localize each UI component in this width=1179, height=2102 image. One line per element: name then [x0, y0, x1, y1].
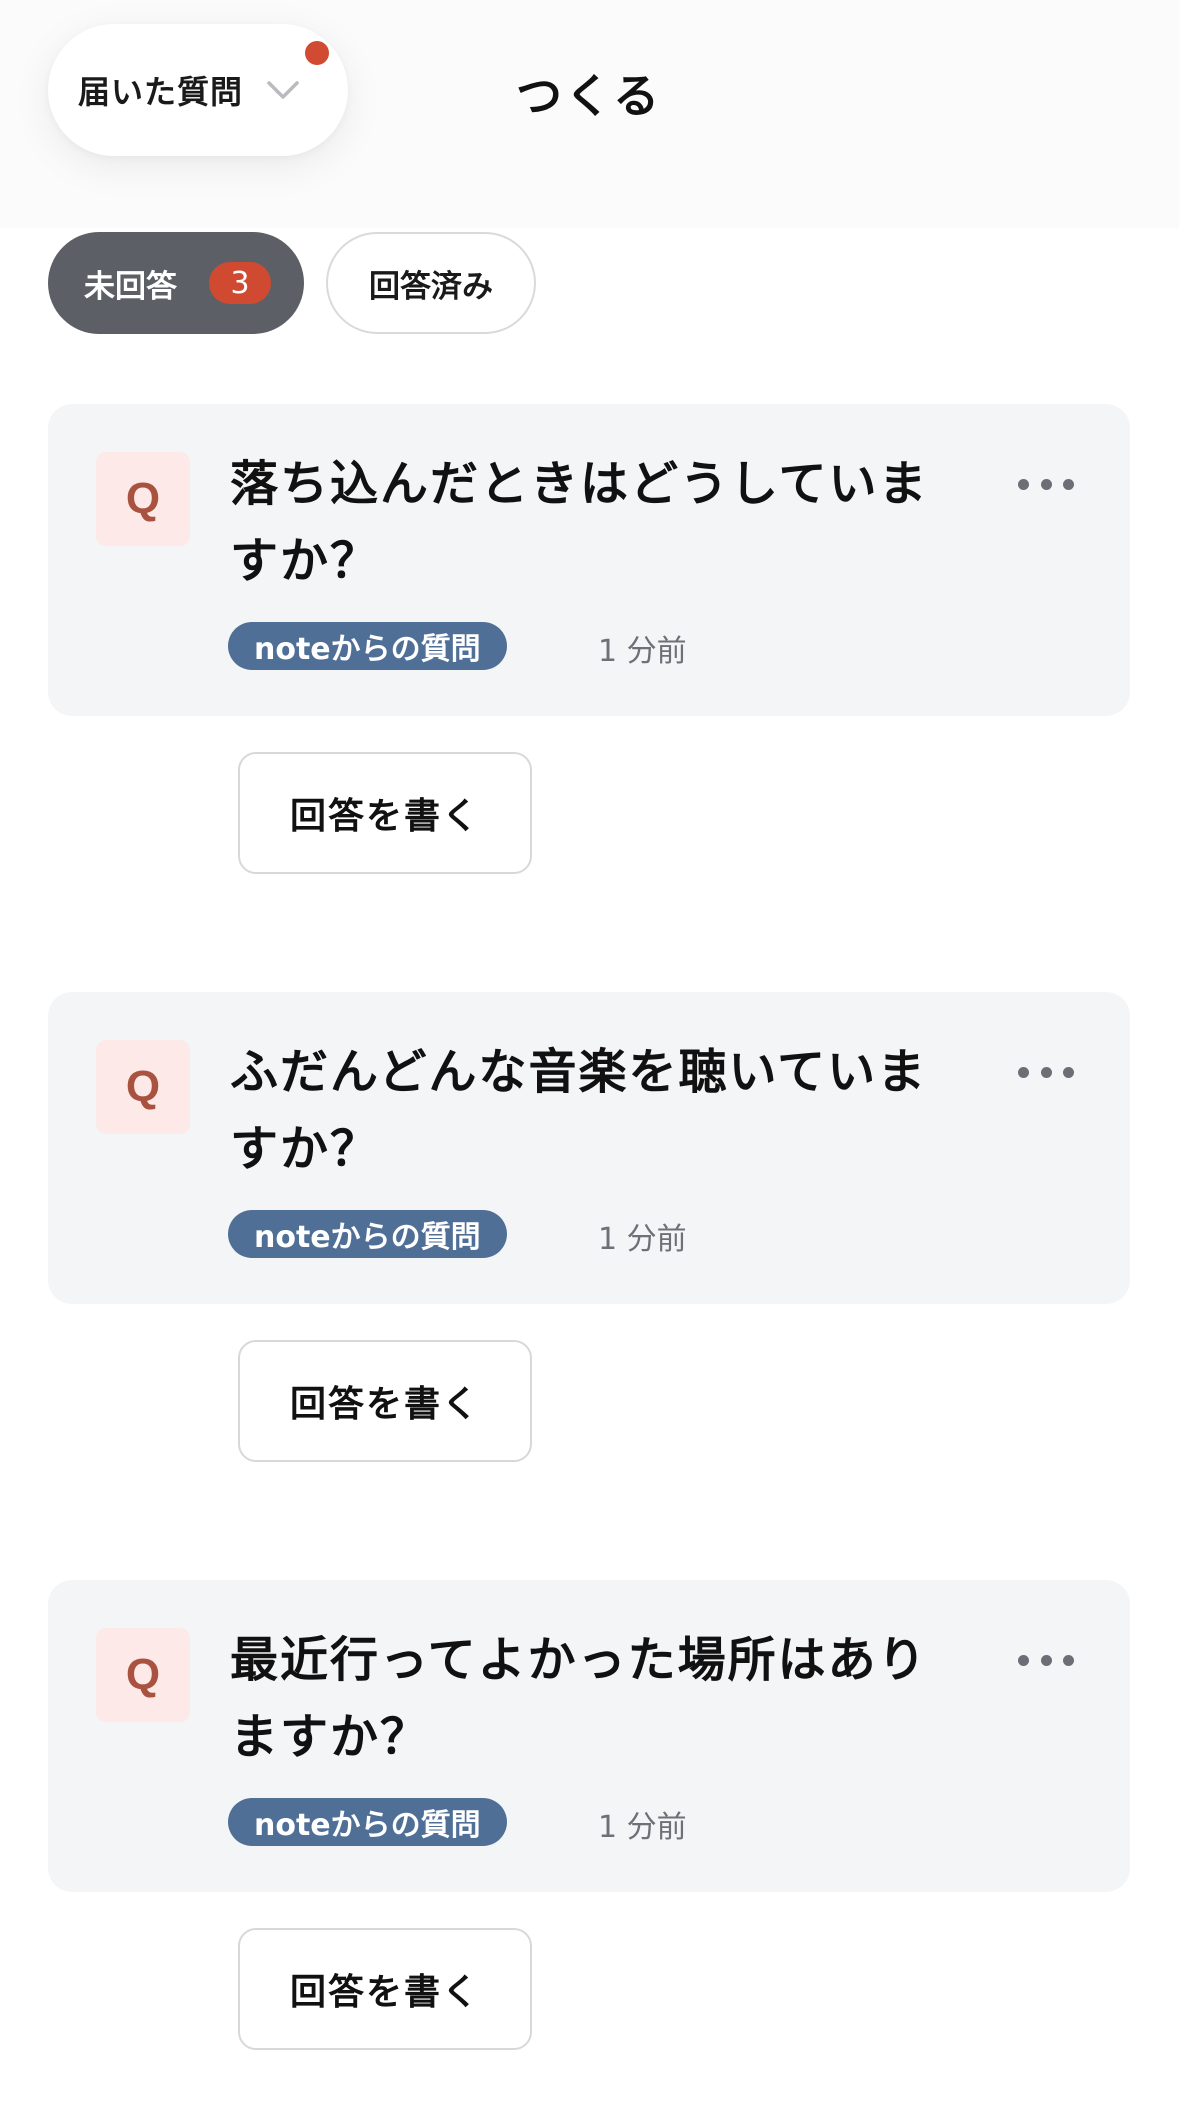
- question-source-badge: noteからの質問: [228, 1210, 507, 1258]
- filter-answered-label: 回答済み: [369, 268, 493, 305]
- question-timestamp: 1 分前: [598, 1810, 687, 1845]
- unanswered-count-badge: 3: [209, 262, 271, 304]
- received-questions-dropdown[interactable]: 届いた質問: [48, 24, 348, 156]
- dropdown-label: 届いた質問: [78, 73, 244, 111]
- question-source-badge: noteからの質問: [228, 1798, 507, 1846]
- more-options-icon[interactable]: [1018, 1650, 1074, 1670]
- chevron-down-icon: [265, 78, 301, 102]
- filter-unanswered-label: 未回答: [84, 268, 177, 305]
- write-answer-button[interactable]: 回答を書く: [238, 752, 532, 874]
- filter-answered[interactable]: 回答済み: [326, 232, 536, 334]
- question-card[interactable]: Q 最近行ってよかった場所はありますか？ noteからの質問 1 分前: [48, 1580, 1130, 1892]
- notification-dot: [305, 41, 329, 65]
- question-timestamp: 1 分前: [598, 634, 687, 669]
- write-answer-button[interactable]: 回答を書く: [238, 1928, 532, 2050]
- question-icon: Q: [96, 1040, 190, 1134]
- question-text: 落ち込んだときはどうしていますか？: [230, 456, 929, 589]
- create-tab[interactable]: つくる: [516, 60, 662, 126]
- top-header: 届いた質問 つくる: [0, 0, 1179, 228]
- more-options-icon[interactable]: [1018, 1062, 1074, 1082]
- question-text: ふだんどんな音楽を聴いていますか？: [230, 1044, 928, 1177]
- filter-unanswered[interactable]: 未回答 3: [48, 232, 304, 334]
- question-timestamp: 1 分前: [598, 1222, 687, 1257]
- write-answer-button[interactable]: 回答を書く: [238, 1340, 532, 1462]
- question-icon: Q: [96, 1628, 190, 1722]
- question-text: 最近行ってよかった場所はありますか？: [230, 1632, 928, 1765]
- more-options-icon[interactable]: [1018, 474, 1074, 494]
- question-source-badge: noteからの質問: [228, 622, 507, 670]
- question-card[interactable]: Q 落ち込んだときはどうしていますか？ noteからの質問 1 分前: [48, 404, 1130, 716]
- question-card[interactable]: Q ふだんどんな音楽を聴いていますか？ noteからの質問 1 分前: [48, 992, 1130, 1304]
- question-icon: Q: [96, 452, 190, 546]
